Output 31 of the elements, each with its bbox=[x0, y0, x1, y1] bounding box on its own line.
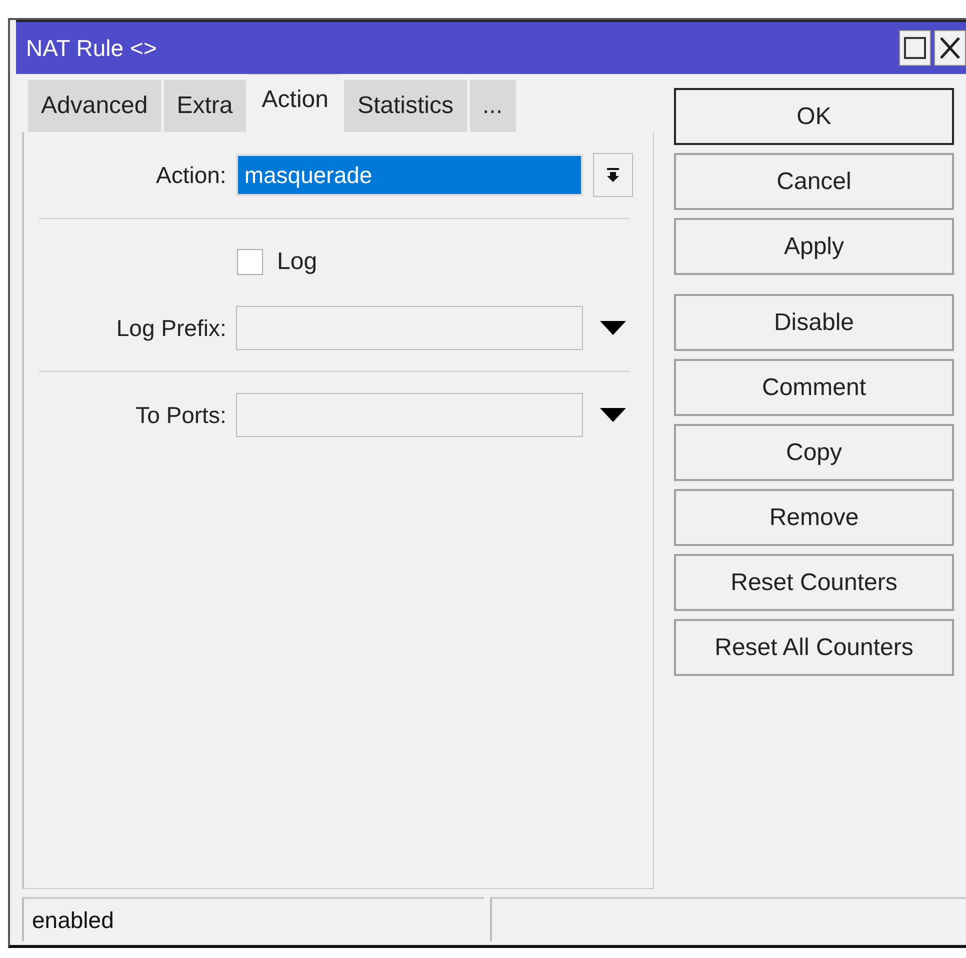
dialog-button[interactable]: Cancel bbox=[674, 153, 954, 210]
dialog-button[interactable]: Comment bbox=[674, 359, 954, 416]
status-pane: enabled bbox=[22, 897, 484, 941]
close-icon bbox=[937, 35, 963, 61]
dialog-button[interactable]: Apply bbox=[674, 218, 954, 275]
field-label: To Ports: bbox=[134, 402, 226, 428]
close-button[interactable] bbox=[934, 30, 966, 66]
field-label: Log Prefix: bbox=[115, 314, 226, 342]
dialog-button[interactable]: Copy bbox=[674, 424, 954, 481]
dropdown-arrow-icon[interactable] bbox=[600, 408, 626, 422]
dialog-button[interactable]: Remove bbox=[674, 489, 954, 546]
window-title: NAT Rule <> bbox=[25, 34, 157, 62]
tab[interactable]: ... bbox=[470, 80, 516, 132]
dialog-button[interactable]: Reset All Counters bbox=[674, 619, 954, 676]
action-select[interactable]: masquerade bbox=[236, 154, 584, 196]
maximize-button[interactable] bbox=[899, 30, 931, 66]
field-label: Action: bbox=[155, 162, 226, 188]
maximize-icon bbox=[902, 35, 928, 61]
dropdown-icon bbox=[606, 167, 620, 183]
tab[interactable]: Extra bbox=[164, 80, 246, 132]
tab[interactable]: Statistics bbox=[344, 80, 466, 132]
tab[interactable]: Advanced bbox=[28, 80, 161, 132]
checkbox[interactable] bbox=[237, 249, 263, 275]
dropdown-button[interactable] bbox=[593, 153, 633, 197]
dropdown-arrow-icon[interactable] bbox=[600, 321, 626, 335]
input-field[interactable] bbox=[236, 393, 584, 437]
checkbox-label: Log bbox=[277, 248, 318, 276]
dialog-button[interactable]: Disable bbox=[674, 294, 954, 351]
dialog-button[interactable]: Reset Counters bbox=[674, 554, 954, 611]
input-field[interactable] bbox=[236, 306, 584, 350]
dialog-button[interactable]: OK bbox=[674, 88, 954, 145]
